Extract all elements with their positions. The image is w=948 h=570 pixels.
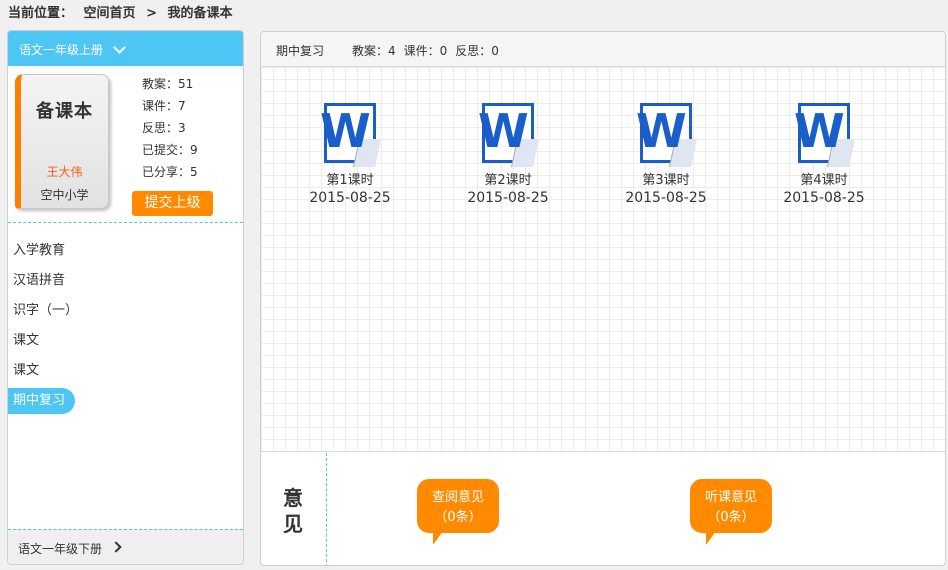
breadcrumb-label: 当前位置：: [8, 6, 74, 21]
stat-shared: 已分享：5: [142, 165, 198, 179]
word-doc-icon: W: [634, 103, 698, 167]
unit-item[interactable]: 课文: [8, 356, 243, 386]
opinion-section: 意 见 查阅意见 （0条） 听课意见 （0条）: [261, 453, 945, 565]
opinion-label-char-2: 见: [283, 512, 303, 536]
file-item[interactable]: W 第2课时 2015-08-25: [448, 103, 568, 206]
breadcrumb-home-link[interactable]: 空间首页: [84, 6, 136, 21]
file-name: 第2课时: [484, 173, 532, 188]
unit-item[interactable]: 课文: [8, 326, 243, 356]
main-panel: 期中复习 教案：4 课件：0 反思：0 W 第1课时 2015-08-25 W …: [260, 31, 946, 566]
unit-item[interactable]: 汉语拼音: [8, 266, 243, 296]
breadcrumb-current: 我的备课本: [167, 6, 233, 21]
next-grade-label: 语文一年级下册: [18, 542, 103, 556]
chevron-down-icon: [113, 41, 126, 54]
file-name: 第3课时: [642, 173, 690, 188]
grade-selector[interactable]: 语文一年级上册: [8, 31, 243, 66]
review-opinion-button[interactable]: 查阅意见 （0条）: [417, 479, 499, 545]
file-name: 第4课时: [800, 173, 848, 188]
word-doc-icon: W: [318, 103, 382, 167]
opinion-label-char-1: 意: [283, 486, 303, 510]
book-title: 备课本: [36, 101, 93, 122]
count-reflections: 反思：0: [455, 44, 499, 58]
unit-item-active[interactable]: 期中复习: [8, 388, 76, 414]
file-date: 2015-08-25: [309, 190, 391, 206]
stat-lesson-plans: 教案：51: [142, 77, 194, 91]
file-date: 2015-08-25: [783, 190, 865, 206]
book-stats: 教案：51 课件：7 反思：3 已提交：9 已分享：5: [142, 73, 198, 183]
file-name: 第1课时: [326, 173, 374, 188]
book-summary: 备课本 王大伟 空中小学 教案：51 课件：7 反思：3 已提交：9 已分享：5…: [8, 66, 243, 223]
word-doc-icon: W: [476, 103, 540, 167]
word-doc-icon: W: [792, 103, 856, 167]
stat-reflections: 反思：3: [142, 121, 186, 135]
next-grade-link[interactable]: 语文一年级下册: [8, 529, 243, 564]
sidebar: 语文一年级上册 备课本 王大伟 空中小学 教案：51 课件：7 反思：3 已提交…: [7, 30, 244, 565]
book-author: 王大伟: [46, 165, 83, 179]
unit-item[interactable]: 识字（一）: [8, 296, 243, 326]
stat-submitted: 已提交：9: [142, 143, 198, 157]
breadcrumb: 当前位置： 空间首页 > 我的备课本: [8, 2, 239, 21]
breadcrumb-separator: >: [146, 6, 157, 21]
unit-counts: 教案：4 课件：0 反思：0: [352, 42, 499, 66]
file-date: 2015-08-25: [467, 190, 549, 206]
submit-to-superior-button[interactable]: 提交上级: [132, 191, 213, 216]
review-opinion-title: 查阅意见: [431, 490, 484, 505]
chevron-right-icon: [110, 541, 122, 553]
listen-opinion-button[interactable]: 听课意见 （0条）: [690, 479, 772, 545]
book-cover[interactable]: 备课本 王大伟 空中小学: [15, 74, 109, 209]
listen-opinion-count: （0条）: [707, 510, 755, 525]
book-school: 空中小学: [40, 188, 89, 202]
opinion-label: 意 见: [261, 453, 327, 565]
file-item[interactable]: W 第3课时 2015-08-25: [606, 103, 726, 206]
grade-selector-label: 语文一年级上册: [19, 43, 104, 57]
file-item[interactable]: W 第4课时 2015-08-25: [764, 103, 884, 206]
file-item[interactable]: W 第1课时 2015-08-25: [290, 103, 410, 206]
file-date: 2015-08-25: [625, 190, 707, 206]
stat-courseware: 课件：7: [142, 99, 186, 113]
review-opinion-count: （0条）: [434, 510, 482, 525]
current-unit-title: 期中复习: [276, 44, 325, 58]
listen-opinion-title: 听课意见: [704, 490, 757, 505]
count-lesson-plans: 教案：4: [352, 44, 396, 58]
unit-list: 入学教育 汉语拼音 识字（一） 课文 课文 期中复习: [8, 236, 243, 414]
unit-item[interactable]: 入学教育: [8, 236, 243, 266]
main-header: 期中复习 教案：4 课件：0 反思：0: [261, 32, 945, 67]
count-courseware: 课件：0: [403, 44, 448, 58]
